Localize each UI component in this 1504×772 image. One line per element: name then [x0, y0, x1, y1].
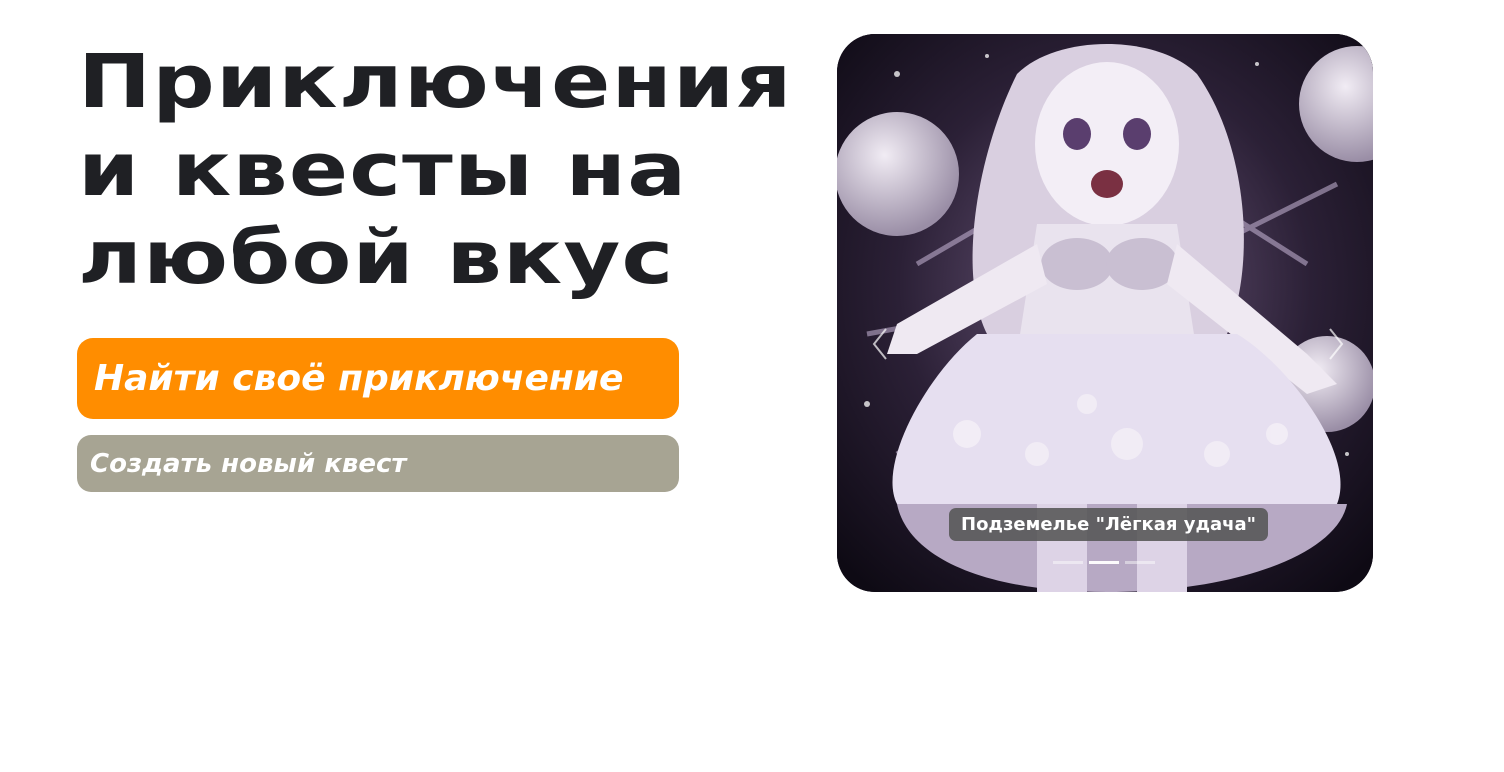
carousel-indicator-3[interactable] — [1125, 561, 1155, 564]
title-line-3: любой вкус — [78, 215, 675, 301]
slide-caption: Подземелье "Лёгкая удача" — [949, 508, 1269, 541]
title-line-2: и квесты на — [78, 127, 688, 213]
carousel-prev-button[interactable] — [863, 314, 897, 374]
chevron-left-icon — [872, 328, 887, 360]
find-adventure-button[interactable]: Найти своё приключение — [77, 338, 679, 419]
page-title: Приключения и квесты на любой вкус — [78, 38, 904, 302]
title-line-1: Приключения — [78, 39, 793, 125]
quest-carousel[interactable]: Подземелье "Лёгкая удача" — [837, 34, 1373, 592]
carousel-indicator-1[interactable] — [1053, 561, 1083, 564]
chevron-right-icon — [1329, 328, 1344, 360]
create-quest-button[interactable]: Создать новый квест — [77, 435, 679, 492]
carousel-next-button[interactable] — [1319, 314, 1353, 374]
carousel-indicators — [1053, 561, 1155, 564]
carousel-indicator-2[interactable] — [1089, 561, 1119, 564]
